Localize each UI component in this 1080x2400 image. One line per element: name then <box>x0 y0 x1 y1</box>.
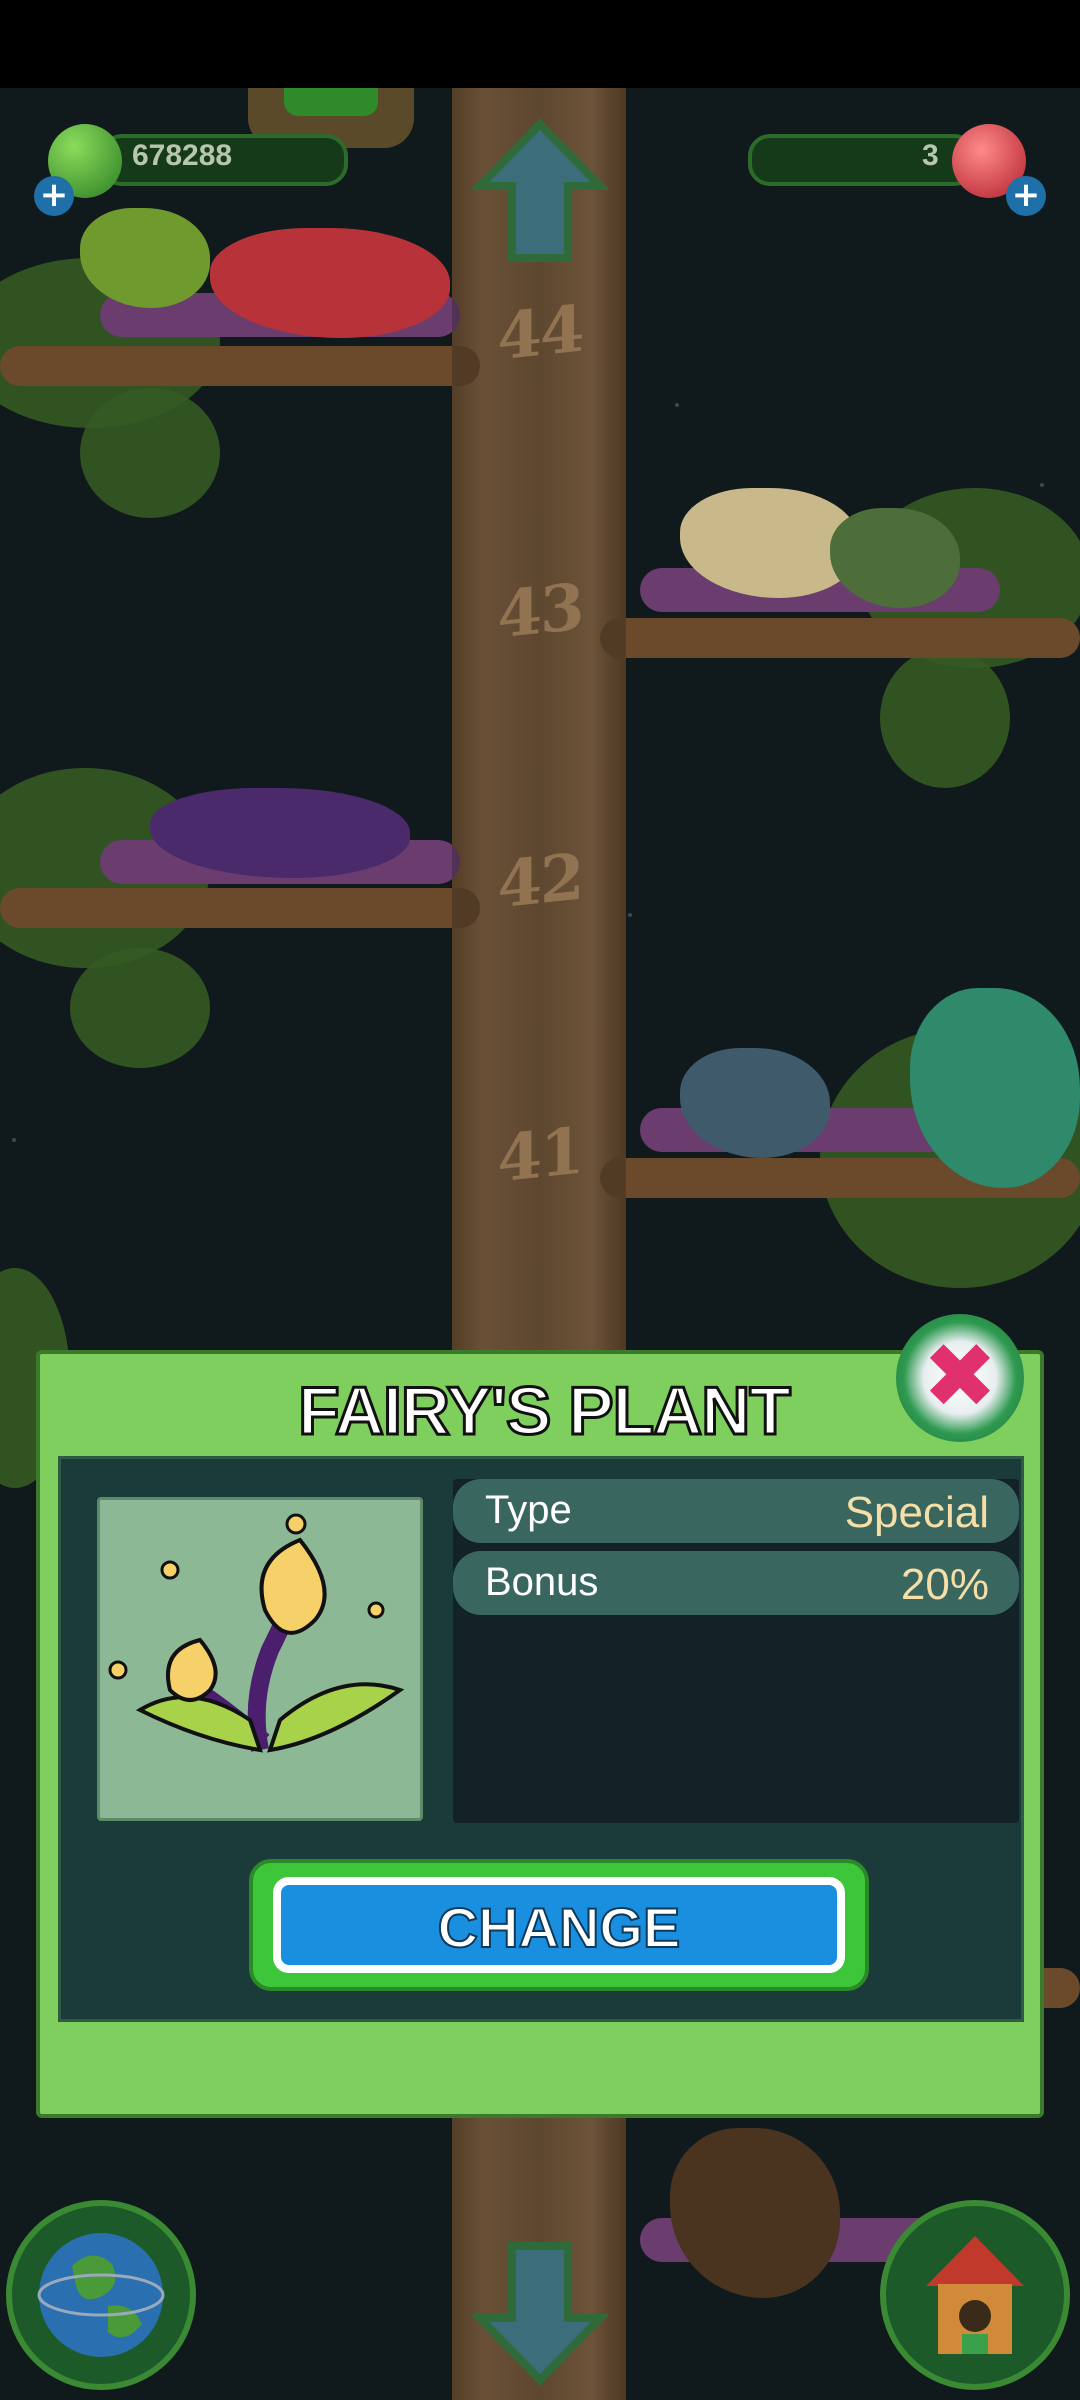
add-gems-button[interactable]: + <box>1006 176 1046 216</box>
stat-row-type: Type Special <box>453 1479 1019 1543</box>
level-number: 41 <box>497 1113 583 1198</box>
star <box>12 1138 16 1142</box>
change-button[interactable]: CHANGE <box>249 1859 869 1991</box>
star <box>675 403 679 407</box>
branch <box>600 618 1080 658</box>
coin-counter: 678288 <box>132 139 233 172</box>
stats-panel: Type Special Bonus 20% <box>453 1479 1019 1823</box>
leaf-cluster <box>70 948 210 1068</box>
birdhouse-icon <box>926 2236 1024 2354</box>
gem-counter-bar <box>748 134 976 186</box>
star <box>628 913 632 917</box>
stat-value: 20% <box>900 1560 989 1609</box>
world-map-button[interactable] <box>6 2200 196 2390</box>
status-bar <box>0 0 1080 88</box>
leaf-cluster <box>880 648 1010 788</box>
plant-image <box>97 1497 423 1821</box>
stat-label: Bonus <box>485 1560 599 1604</box>
branch <box>0 888 480 928</box>
stat-row-bonus: Bonus 20% <box>453 1551 1019 1615</box>
change-button-face: CHANGE <box>273 1877 845 1973</box>
leaf-cluster <box>80 388 220 518</box>
home-button[interactable] <box>880 2200 1070 2390</box>
dialog-content: Type Special Bonus 20% CHANGE <box>58 1456 1024 2022</box>
stat-label: Type <box>485 1488 572 1532</box>
level-number: 42 <box>497 839 583 924</box>
close-dialog-button[interactable]: ✖ <box>896 1314 1024 1442</box>
stat-value: Special <box>844 1488 989 1537</box>
level-number: 43 <box>497 569 583 654</box>
arrow-up-icon <box>470 118 610 262</box>
gem-counter: 3 <box>922 139 939 172</box>
plant-info-dialog: FAIRY'S PLANT Type Special Bonus 20% CHA… <box>36 1350 1044 2118</box>
change-button-label: CHANGE <box>437 1895 682 1960</box>
level-number: 44 <box>497 291 583 376</box>
fairy-plant-icon <box>108 1513 405 1753</box>
scroll-down-button[interactable] <box>470 2238 610 2388</box>
top-center-button-fill <box>284 88 378 116</box>
close-icon: ✖ <box>922 1324 998 1429</box>
globe-icon <box>37 2233 165 2357</box>
bear-creature[interactable] <box>670 2128 840 2298</box>
arrow-down-icon <box>470 2242 610 2386</box>
add-coins-button[interactable]: + <box>34 176 74 216</box>
scroll-up-button[interactable] <box>470 116 610 266</box>
branch <box>0 346 480 386</box>
star <box>1040 483 1044 487</box>
